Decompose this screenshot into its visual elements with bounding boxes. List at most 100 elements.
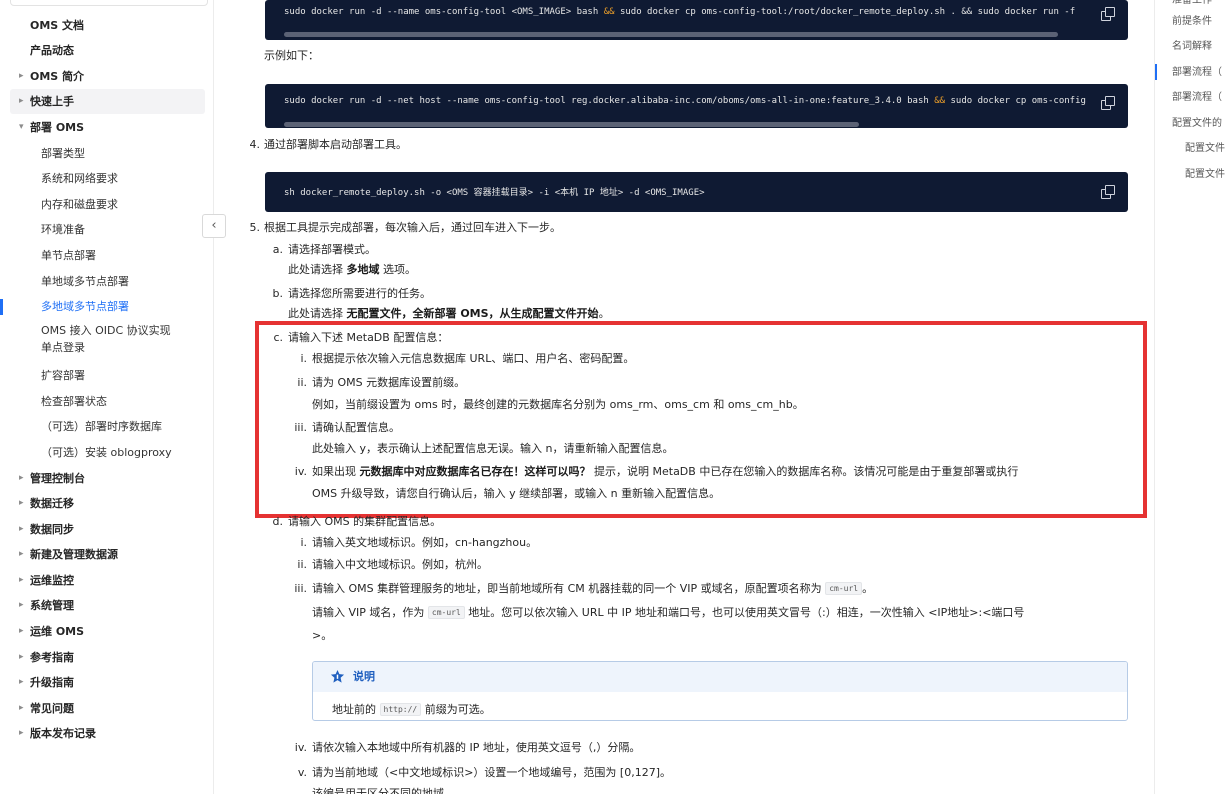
caret-right-icon: ▸ [19,549,24,559]
cluster-item-iii-desc-end: >。 [312,629,333,642]
sidebar-item-console[interactable]: ▸ 管理控制台 [10,466,205,491]
sidebar-item-label: 系统管理 [30,599,74,612]
sidebar-item-label: 检查部署状态 [41,395,107,408]
item-number: ii. [297,558,307,571]
code-line: sudo docker run -d --name oms-config-too… [284,7,1076,17]
caret-right-icon: ▸ [19,703,24,713]
inline-code: cm-url [825,582,863,595]
caret-right-icon: ▸ [19,473,24,483]
collapse-sidebar-button[interactable]: ‹ [202,214,226,238]
active-indicator [0,299,3,315]
sidebar-item-check-status[interactable]: 检查部署状态 [10,389,205,414]
item-number: iv. [294,741,307,754]
copy-icon[interactable] [1101,96,1115,110]
code-line: sh docker_remote_deploy.sh -o <OMS 容器挂载目… [284,188,705,198]
sidebar-item-label: 管理控制台 [30,472,85,485]
inline-code: http:// [379,703,422,716]
substep-a-desc: 此处请选择 多地域 选项。 [288,263,416,276]
note-title: 说明 [353,670,375,683]
sidebar-item-oblogproxy[interactable]: （可选）安装 oblogproxy [10,440,205,465]
toc-subitem[interactable]: 配置文件 [1185,168,1225,182]
cluster-item-i: 请输入英文地域标识。例如，cn-hangzhou。 [312,536,538,549]
caret-right-icon: ▸ [19,728,24,738]
inline-code: cm-url [427,606,465,619]
sidebar-item-system-network[interactable]: 系统和网络要求 [10,166,205,191]
horizontal-scrollbar[interactable] [284,122,859,127]
substep-b-title: 请选择您所需要进行的任务。 [288,287,431,300]
sidebar-item-ops-oms[interactable]: ▸ 运维 OMS [10,619,205,644]
item-number: i. [300,536,307,549]
sidebar-item-label: 内存和磁盘要求 [41,198,118,211]
note-body: 地址前的 http:// 前缀为可选。 [332,703,491,716]
toc-item[interactable]: 准备工作 [1172,0,1212,8]
caret-right-icon: ▸ [19,600,24,610]
sidebar-item-memory-disk[interactable]: 内存和磁盘要求 [10,192,205,217]
copy-icon[interactable] [1101,7,1115,21]
sidebar-search-box[interactable] [10,0,208,6]
sidebar-item-single-node[interactable]: 单节点部署 [10,243,205,268]
sidebar-item-label: OMS 简介 [30,70,85,83]
toc-item-active[interactable]: 部署流程（ [1172,66,1222,80]
sidebar-item-label: 快速上手 [30,95,74,108]
toc-subitem[interactable]: 配置文件 [1185,142,1225,156]
step-number: 4. [249,138,261,151]
horizontal-scrollbar[interactable] [284,32,1058,37]
chevron-left-icon: ‹ [211,218,217,233]
sidebar-item-label: （可选）安装 oblogproxy [41,446,172,459]
sidebar-item-label: 运维 OMS [30,625,85,638]
cluster-item-iv: 请依次输入本地域中所有机器的 IP 地址，使用英文逗号（,）分隔。 [312,741,641,754]
sidebar-item-label: 版本发布记录 [30,727,96,740]
substep-number: b. [272,287,283,300]
sidebar-item-oms-intro[interactable]: ▸ OMS 简介 [10,64,205,89]
code-block-example: sudo docker run -d --net host --name oms… [265,84,1128,128]
item-number: iii. [294,582,307,595]
star-info-icon [330,669,345,683]
toc-active-indicator [1155,64,1157,80]
item-number: v. [297,766,307,779]
sidebar-item-deploy-types[interactable]: 部署类型 [10,141,205,166]
sidebar-item-label: 单地域多节点部署 [41,275,129,288]
caret-right-icon: ▸ [19,575,24,585]
sidebar-item-ops-monitor[interactable]: ▸ 运维监控 [10,568,205,593]
sidebar-item-scale-out[interactable]: 扩容部署 [10,363,205,388]
cluster-item-ii: 请输入中文地域标识。例如，杭州。 [312,558,488,571]
sidebar-item-label: 产品动态 [30,44,74,57]
copy-icon[interactable] [1101,185,1115,199]
sidebar-item-oms-docs[interactable]: OMS 文档 [10,13,205,38]
sidebar-item-upgrade[interactable]: ▸ 升级指南 [10,670,205,695]
toc-item[interactable]: 部署流程（ [1172,91,1222,105]
caret-right-icon: ▸ [19,498,24,508]
toc-item[interactable]: 名词解释 [1172,40,1212,54]
code-block-extract-script: sudo docker run -d --name oms-config-too… [265,0,1128,40]
sidebar-item-deploy-oms[interactable]: ▾ 部署 OMS [10,115,205,140]
caret-right-icon: ▸ [19,677,24,687]
sidebar-item-label: OMS 接入 OIDC 协议实现单点登录 [41,324,171,354]
sidebar-item-label: 升级指南 [30,676,74,689]
substep-b-desc: 此处请选择 无配置文件，全新部署 OMS，从生成配置文件开始。 [288,307,610,320]
sidebar-item-label: （可选）部署时序数据库 [41,420,162,433]
sidebar-item-multi-region-multi-node[interactable]: 多地域多节点部署 [10,294,205,319]
sidebar-item-quick-start[interactable]: ▸ 快速上手 [10,89,205,114]
step-number: 5. [249,221,261,234]
sidebar-item-oidc-sso[interactable]: OMS 接入 OIDC 协议实现单点登录 [10,320,180,356]
sidebar-item-tsdb[interactable]: （可选）部署时序数据库 [10,414,205,439]
sidebar-item-label: 多地域多节点部署 [41,300,129,313]
sidebar-item-label: 常见问题 [30,702,74,715]
sidebar-item-faq[interactable]: ▸ 常见问题 [10,696,205,721]
sidebar-item-single-region-multi-node[interactable]: 单地域多节点部署 [10,269,205,294]
sidebar-item-env-prep[interactable]: 环境准备 [10,217,205,242]
step-4-text: 通过部署脚本启动部署工具。 [264,138,407,151]
sidebar-item-datasource[interactable]: ▸ 新建及管理数据源 [10,542,205,567]
sidebar-item-data-migration[interactable]: ▸ 数据迁移 [10,491,205,516]
red-highlight-box [255,321,1147,518]
substep-number: a. [272,243,283,256]
sidebar-item-product-news[interactable]: 产品动态 [10,38,205,63]
toc-item[interactable]: 配置文件的 [1172,117,1222,131]
sidebar-item-reference[interactable]: ▸ 参考指南 [10,645,205,670]
sidebar-item-data-sync[interactable]: ▸ 数据同步 [10,517,205,542]
toc-item[interactable]: 前提条件 [1172,15,1212,29]
caret-right-icon: ▸ [19,71,24,81]
sidebar-item-release-notes[interactable]: ▸ 版本发布记录 [10,721,205,746]
sidebar-item-system-admin[interactable]: ▸ 系统管理 [10,593,205,618]
sidebar-item-label: 单节点部署 [41,249,96,262]
